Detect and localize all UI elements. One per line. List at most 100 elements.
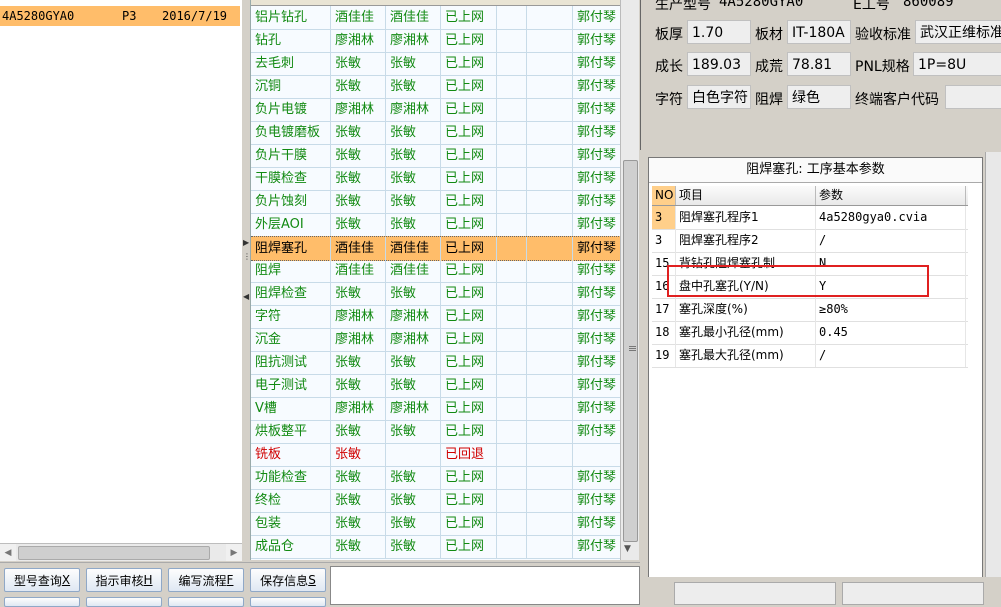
empty-cell <box>497 6 527 29</box>
pnl-field[interactable]: 1P=8U <box>913 52 1001 76</box>
process-row[interactable]: 电子测试 张敏 张敏 已上网 郭付琴 <box>251 374 621 398</box>
process-row[interactable]: 沉金 廖湘林 廖湘林 已上网 郭付琴 <box>251 328 621 352</box>
scrollbar-thumb[interactable] <box>623 160 638 542</box>
process-status: 已上网 <box>441 6 497 29</box>
process-row[interactable]: 阻焊 酒佳佳 酒佳佳 已上网 郭付琴 <box>251 259 621 283</box>
thickness-field[interactable]: 1.70 <box>687 20 751 44</box>
scrollbar-thumb[interactable] <box>18 546 210 560</box>
process-row[interactable]: 成品仓 张敏 张敏 已上网 郭付琴 <box>251 535 621 559</box>
process-table-vertical-scrollbar[interactable]: ▼ <box>620 0 639 560</box>
process-status: 已上网 <box>441 512 497 535</box>
hidden-button-1[interactable] <box>4 597 80 607</box>
status-field-1[interactable] <box>674 582 836 605</box>
empty-cell <box>497 29 527 52</box>
button-label: 保存信息 <box>260 573 309 588</box>
save-info-button[interactable]: 保存信息 S <box>250 568 326 592</box>
process-owner: 郭付琴 <box>573 489 621 512</box>
operator-b: 张敏 <box>386 213 441 236</box>
process-row[interactable]: V槽 廖湘林 廖湘林 已上网 郭付琴 <box>251 397 621 421</box>
operator-a: 酒佳佳 <box>331 6 386 29</box>
process-name: V槽 <box>251 397 331 420</box>
params-row[interactable]: 3 阻焊塞孔程序2/ <box>652 229 968 253</box>
panel-splitter[interactable]: ▶ ⋮ ◀ <box>242 0 251 560</box>
process-status: 已上网 <box>441 374 497 397</box>
status-field-2[interactable] <box>842 582 984 605</box>
empty-cell <box>527 420 573 443</box>
order-info-panel: 生产型号 4A5280GYA0 E工号 860089 板厚 1.70 板材 IT… <box>640 0 1001 150</box>
process-owner: 郭付琴 <box>573 98 621 121</box>
process-table: 铝片钻孔 酒佳佳 酒佳佳 已上网 郭付琴 钻孔 廖湘林 廖湘林 已上网 郭付琴 去毛刺 张敏 张敏 已上网… <box>250 0 621 560</box>
scroll-right-icon[interactable]: ▶ <box>226 544 242 561</box>
process-row[interactable]: 烘板整平 张敏 张敏 已上网 郭付琴 <box>251 420 621 444</box>
process-row[interactable]: 阻焊检查 张敏 张敏 已上网 郭付琴 <box>251 282 621 306</box>
process-row[interactable]: 终检 张敏 张敏 已上网 郭付琴 <box>251 489 621 513</box>
model-query-button[interactable]: 型号查询 X <box>4 568 80 592</box>
process-name: 字符 <box>251 305 331 328</box>
params-row[interactable]: 3 阻焊塞孔程序1 4a5280gya0.cvia <box>652 206 968 230</box>
process-row[interactable]: 阻焊塞孔 酒佳佳 酒佳佳 已上网 郭付琴 <box>251 236 621 261</box>
process-row[interactable]: 去毛刺 张敏 张敏 已上网 郭付琴 <box>251 52 621 76</box>
process-row[interactable]: 沉铜 张敏 张敏 已上网 郭付琴 <box>251 75 621 99</box>
order-list-row[interactable]: 4A5280GYA0 P3 2016/7/19 <box>0 6 240 26</box>
process-status: 已上网 <box>441 237 497 260</box>
operator-a: 张敏 <box>331 466 386 489</box>
operator-b: 酒佳佳 <box>386 259 441 282</box>
process-row[interactable]: 阻抗测试 张敏 张敏 已上网 郭付琴 <box>251 351 621 375</box>
empty-cell <box>527 167 573 190</box>
process-row[interactable]: 负片蚀刻 张敏 张敏 已上网 郭付琴 <box>251 190 621 214</box>
operator-a: 酒佳佳 <box>331 237 386 260</box>
process-owner: 郭付琴 <box>573 237 621 260</box>
scroll-down-icon[interactable]: ▼ <box>624 544 631 554</box>
param-item: 阻焊塞孔程序2 <box>676 229 816 252</box>
hidden-button-4[interactable] <box>250 597 326 607</box>
process-row[interactable]: 字符 廖湘林 廖湘林 已上网 郭付琴 <box>251 305 621 329</box>
write-flow-button[interactable]: 编写流程 F <box>168 568 244 592</box>
material-field[interactable]: IT-180A <box>787 20 851 44</box>
button-label: 编写流程 <box>178 573 227 588</box>
empty-cell <box>497 512 527 535</box>
process-owner: 郭付琴 <box>573 144 621 167</box>
process-row[interactable]: 负片电镀 廖湘林 廖湘林 已上网 郭付琴 <box>251 98 621 122</box>
process-row[interactable]: 铝片钻孔 酒佳佳 酒佳佳 已上网 郭付琴 <box>251 6 621 30</box>
review-instruction-button[interactable]: 指示审核 H <box>86 568 162 592</box>
customer-code-field[interactable] <box>945 85 1001 109</box>
operator-b: 张敏 <box>386 52 441 75</box>
params-header-row: NO 项目 参数 <box>652 186 968 206</box>
operator-a: 张敏 <box>331 121 386 144</box>
mask-field[interactable]: 绿色 <box>787 85 851 109</box>
splitter-left-icon[interactable]: ◀ <box>243 292 249 301</box>
empty-cell <box>527 305 573 328</box>
params-row[interactable]: 17 塞孔深度(%) ≥80% <box>652 298 968 322</box>
button-shortcut: H <box>143 573 153 587</box>
splitter-right-icon[interactable]: ▶ <box>243 238 249 247</box>
process-row[interactable]: 干膜检查 张敏 张敏 已上网 郭付琴 <box>251 167 621 191</box>
char-field[interactable]: 白色字符 <box>687 85 751 109</box>
process-row[interactable]: 钻孔 廖湘林 廖湘林 已上网 郭付琴 <box>251 29 621 53</box>
process-row[interactable]: 负电镀磨板 张敏 张敏 已上网 郭付琴 <box>251 121 621 145</box>
process-row[interactable]: 包装 张敏 张敏 已上网 郭付琴 <box>251 512 621 536</box>
growth-field[interactable]: 189.03 <box>687 52 751 76</box>
params-row[interactable]: 18 塞孔最小孔径(mm) 0.45 <box>652 321 968 345</box>
process-row[interactable]: 功能检查 张敏 张敏 已上网 郭付琴 <box>251 466 621 490</box>
empty-cell <box>527 535 573 558</box>
process-name: 沉铜 <box>251 75 331 98</box>
standard-field[interactable]: 武汉正维标准 <box>915 20 1001 44</box>
params-row[interactable]: 19 塞孔最大孔径(mm) / <box>652 344 968 368</box>
empty-cell <box>527 237 573 260</box>
process-owner: 郭付琴 <box>573 52 621 75</box>
process-row[interactable]: 铣板 张敏 已回退 <box>251 443 621 467</box>
hidden-button-3[interactable] <box>168 597 244 607</box>
params-header-no[interactable]: NO <box>652 186 676 205</box>
scroll-left-icon[interactable]: ◀ <box>0 544 16 561</box>
finished-field[interactable]: 78.81 <box>787 52 851 76</box>
process-row[interactable]: 负片干膜 张敏 张敏 已上网 郭付琴 <box>251 144 621 168</box>
button-shortcut: X <box>61 573 71 587</box>
process-status: 已上网 <box>441 52 497 75</box>
hidden-button-2[interactable] <box>86 597 162 607</box>
process-row[interactable]: 外层AOI 张敏 张敏 已上网 郭付琴 <box>251 213 621 237</box>
params-header-item[interactable]: 项目 <box>676 186 816 205</box>
process-name: 干膜检查 <box>251 167 331 190</box>
left-horizontal-scrollbar[interactable]: ◀ ▶ <box>0 543 242 561</box>
params-header-value[interactable]: 参数 <box>816 186 966 205</box>
notes-area[interactable] <box>330 566 640 605</box>
